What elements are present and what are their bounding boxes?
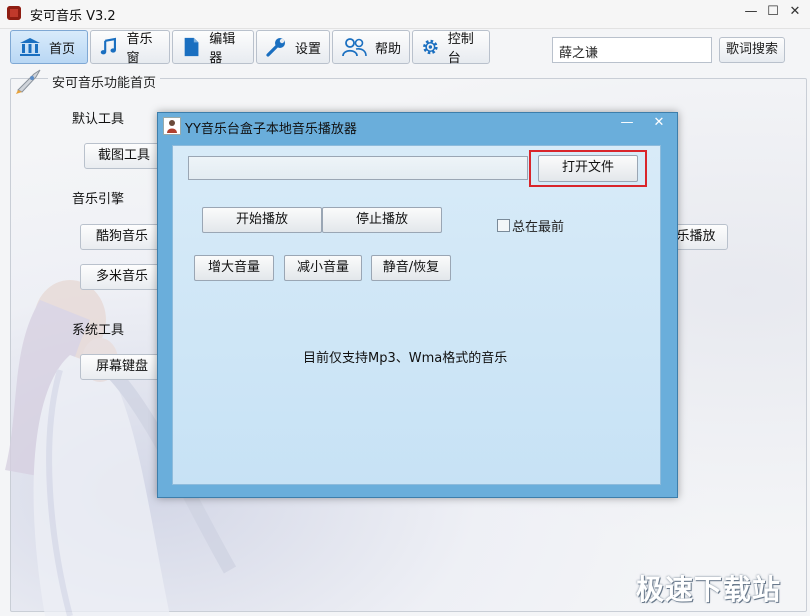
tab-settings-label: 设置 [295,41,322,57]
dialog-title: YY音乐台盒子本地音乐播放器 [185,122,357,137]
tab-settings[interactable]: 设置 [256,30,330,64]
section-default-tools: 默认工具 [72,112,125,127]
document-icon [184,37,199,57]
stop-play-button[interactable]: 停止播放 [322,207,442,233]
start-play-button[interactable]: 开始播放 [202,207,322,233]
lyrics-search-input[interactable]: 薛之谦 [552,37,712,63]
close-button[interactable]: ✕ [786,4,804,22]
section-system-tools: 系统工具 [72,323,125,338]
maximize-button[interactable]: ☐ [764,4,782,22]
tab-console-label: 控制台 [447,32,474,66]
main-title-bar: 安可音乐 V3.2 — ☐ ✕ [0,0,810,29]
tab-editor[interactable]: 编辑器 [172,30,254,66]
volume-down-button[interactable]: 减小音量 [284,255,362,281]
tab-help[interactable]: 帮助 [332,30,410,64]
minimize-button[interactable]: — [742,4,760,22]
rocket-icon [16,69,41,94]
dialog-minimize-button[interactable]: — [616,116,638,132]
bank-icon [20,38,40,56]
duomi-music-button[interactable]: 多米音乐 [80,264,164,290]
watermark-text: 极速下载站 [636,573,782,606]
highlight-box [529,150,647,187]
gear-icon [423,39,438,55]
player-app-icon [163,117,181,135]
always-on-top-checkbox[interactable] [497,219,510,232]
panel-title: 安可音乐功能首页 [48,72,161,91]
file-path-field[interactable] [188,156,528,180]
users-icon [342,38,367,57]
tab-console[interactable]: 控制台 [412,30,490,66]
app-title: 安可音乐 V3.2 [30,9,116,24]
kugou-music-button[interactable]: 酷狗音乐 [80,224,164,250]
volume-up-button[interactable]: 增大音量 [194,255,274,281]
screen-keyboard-button[interactable]: 屏幕键盘 [80,354,164,380]
dialog-close-button[interactable]: ✕ [648,116,670,132]
tab-home-label: 首页 [49,41,76,57]
format-info-text: 目前仅支持Mp3、Wma格式的音乐 [303,351,508,366]
lyrics-search-button[interactable]: 歌词搜索 [719,37,785,63]
tab-music-window-label: 音乐窗 [126,32,153,66]
tab-help-label: 帮助 [375,41,402,57]
tab-editor-label: 编辑器 [209,32,236,66]
tab-music-window[interactable]: 音乐窗 [90,30,170,66]
screenshot-tool-button[interactable]: 截图工具 [84,143,164,169]
tab-home[interactable]: 首页 [10,30,88,64]
app-logo-icon [7,6,21,20]
always-on-top-label[interactable]: 总在最前 [512,216,564,235]
mute-toggle-button[interactable]: 静音/恢复 [371,255,451,281]
dialog-client-area [172,145,661,485]
wrench-icon [266,38,285,57]
section-music-engine: 音乐引擎 [72,192,125,207]
music-note-icon [100,37,116,55]
